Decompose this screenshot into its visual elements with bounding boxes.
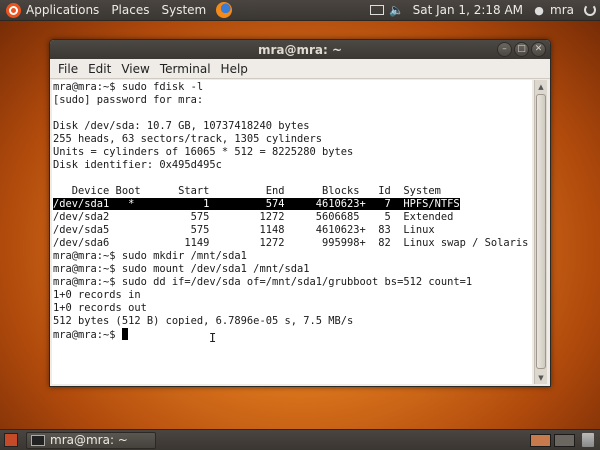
- places-menu[interactable]: Places: [105, 0, 155, 21]
- firefox-launcher-icon[interactable]: [216, 2, 233, 18]
- menu-edit[interactable]: Edit: [83, 62, 116, 76]
- window-titlebar[interactable]: mra@mra: ~ – □ ✕: [50, 40, 550, 59]
- window-title: mra@mra: ~: [257, 42, 343, 57]
- terminal-line: /dev/sda2 575 1272 5606685 5 Extended: [53, 211, 454, 223]
- terminal-line: 1+0 records out: [53, 302, 147, 314]
- terminal-icon: [31, 434, 45, 446]
- power-icon: [584, 4, 596, 16]
- terminal-line: mra@mra:~$ sudo dd if=/dev/sda of=/mnt/s…: [53, 276, 473, 288]
- clock[interactable]: Sat Jan 1, 2:18 AM: [407, 0, 529, 21]
- terminal-line: mra@mra:~$ sudo mkdir /mnt/sda1: [53, 250, 247, 262]
- terminal-line: Disk identifier: 0x495d495c: [53, 159, 222, 171]
- volume-icon[interactable]: 🔈: [389, 3, 404, 17]
- bottom-panel: mra@mra: ~: [0, 429, 600, 450]
- menubar: File Edit View Terminal Help: [50, 59, 550, 79]
- shutdown-button[interactable]: [583, 3, 597, 17]
- terminal-line: mra@mra:~$ sudo fdisk -l: [53, 81, 204, 93]
- scroll-up-arrow-icon[interactable]: ▲: [535, 80, 547, 93]
- ubuntu-logo-icon: [6, 2, 21, 18]
- trash-icon[interactable]: [582, 433, 594, 447]
- minimize-button[interactable]: –: [497, 42, 512, 57]
- system-menu[interactable]: System: [155, 0, 212, 21]
- scroll-thumb[interactable]: [536, 94, 546, 369]
- menu-help[interactable]: Help: [216, 62, 253, 76]
- terminal-line: /dev/sda5 575 1148 4610623+ 83 Linux: [53, 224, 435, 236]
- menu-file[interactable]: File: [53, 62, 83, 76]
- user-icon: ●: [534, 3, 544, 17]
- highlighted-partition-row: /dev/sda1 * 1 574 4610623+ 7 HPFS/NTFS: [53, 198, 460, 210]
- taskbar-label: mra@mra: ~: [50, 433, 128, 447]
- applications-label: Applications: [26, 3, 100, 17]
- mail-indicator[interactable]: [369, 3, 384, 17]
- terminal-window: mra@mra: ~ – □ ✕ File Edit View Terminal…: [49, 39, 551, 387]
- maximize-button[interactable]: □: [514, 42, 529, 57]
- terminal-line: Disk /dev/sda: 10.7 GB, 10737418240 byte…: [53, 120, 310, 132]
- applications-menu[interactable]: Applications: [0, 0, 105, 21]
- workspace-1[interactable]: [530, 433, 551, 447]
- prompt-line: mra@mra:~$: [53, 329, 122, 341]
- terminal-line: Device Boot Start End Blocks Id System: [53, 185, 441, 197]
- scroll-down-arrow-icon[interactable]: ▼: [535, 371, 547, 384]
- user-menu[interactable]: mra: [549, 0, 580, 21]
- taskbar-terminal-button[interactable]: mra@mra: ~: [26, 431, 156, 449]
- terminal-line: /dev/sda6 1149 1272 995998+ 82 Linux swa…: [53, 237, 529, 249]
- mail-icon: [369, 5, 384, 15]
- terminal-line: 512 bytes (512 B) copied, 6.7896e-05 s, …: [53, 315, 354, 327]
- terminal-output[interactable]: mra@mra:~$ sudo fdisk -l [sudo] password…: [52, 80, 532, 384]
- menu-terminal[interactable]: Terminal: [155, 62, 216, 76]
- close-button[interactable]: ✕: [531, 42, 546, 57]
- show-desktop-button[interactable]: [4, 433, 18, 447]
- terminal-line: 255 heads, 63 sectors/track, 1305 cylind…: [53, 133, 322, 145]
- terminal-line: [sudo] password for mra:: [53, 94, 204, 106]
- terminal-line: 1+0 records in: [53, 289, 141, 301]
- terminal-line: mra@mra:~$ sudo mount /dev/sda1 /mnt/sda…: [53, 263, 310, 275]
- terminal-line: Units = cylinders of 16065 * 512 = 82252…: [53, 146, 354, 158]
- scrollbar[interactable]: ▲ ▼: [534, 80, 547, 384]
- ibeam-cursor-icon: I: [209, 331, 217, 345]
- text-cursor: [121, 328, 128, 340]
- top-panel: Applications Places System 🔈 Sat Jan 1, …: [0, 0, 600, 21]
- menu-view[interactable]: View: [116, 62, 154, 76]
- workspace-2[interactable]: [554, 433, 575, 447]
